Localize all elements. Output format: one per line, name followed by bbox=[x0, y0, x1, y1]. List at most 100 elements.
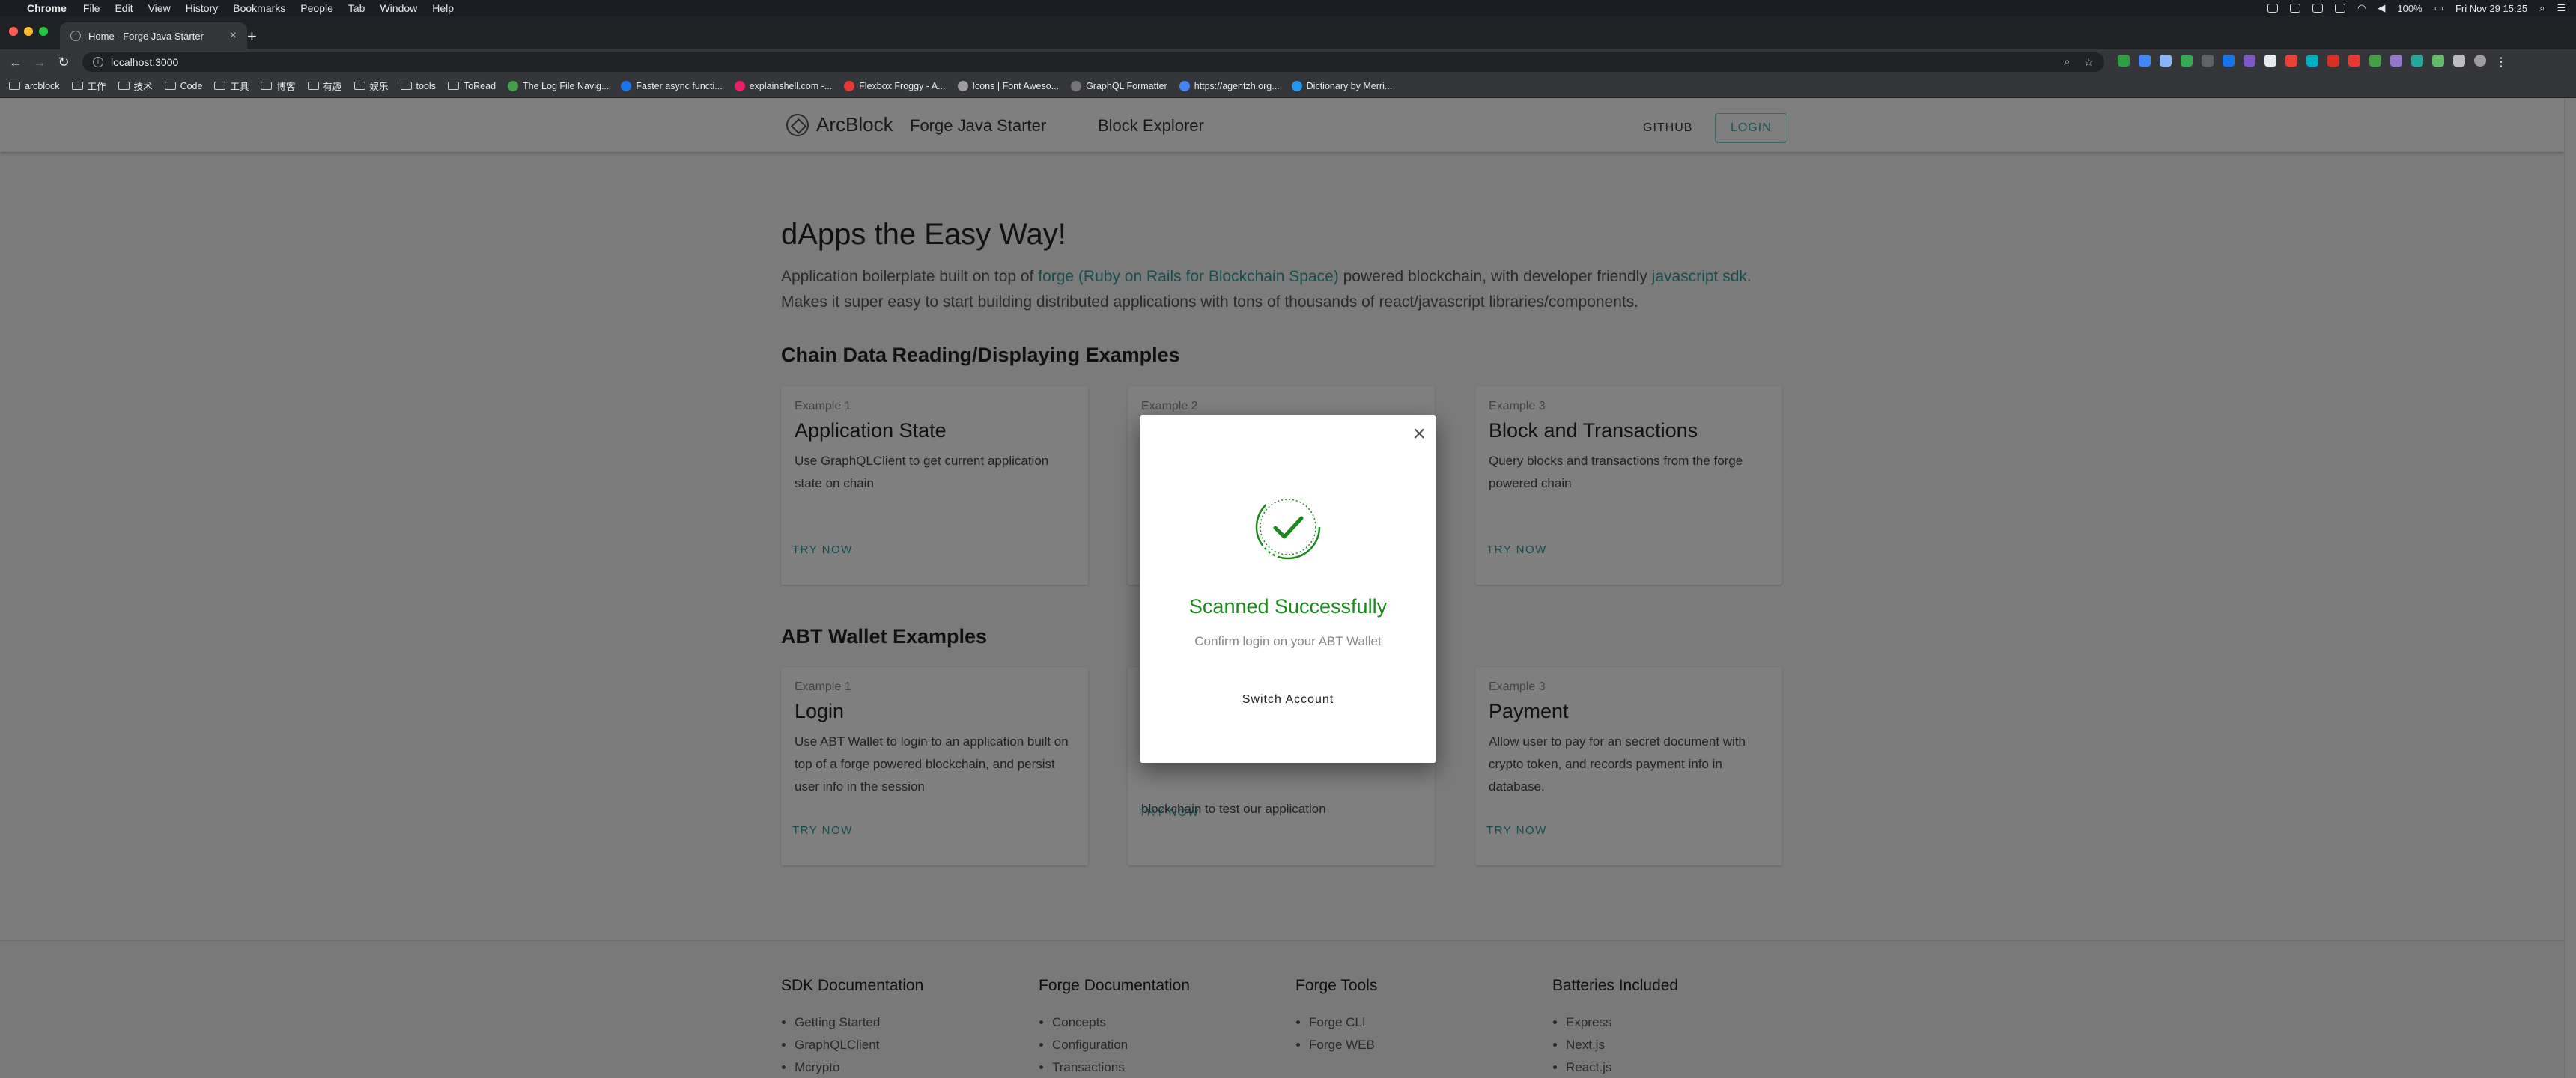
control-center-icon[interactable]: ☰ bbox=[2557, 2, 2566, 14]
favicon-icon bbox=[70, 31, 81, 41]
extension-icon[interactable] bbox=[2390, 55, 2402, 67]
bookmark-label: Icons | Font Aweso... bbox=[972, 80, 1060, 91]
bookmark-label: tools bbox=[416, 80, 436, 91]
zoom-icon[interactable]: ⌕ bbox=[2064, 55, 2070, 69]
address-bar[interactable]: i localhost:3000 ⌕ ☆ bbox=[82, 52, 2104, 72]
bookmark-label: 工作 bbox=[87, 82, 106, 92]
bookmark-label: arcblock bbox=[25, 80, 60, 91]
close-icon[interactable]: × bbox=[1412, 423, 1426, 445]
extension-icon[interactable] bbox=[2264, 55, 2276, 67]
browser-tab[interactable]: Home - Forge Java Starter × bbox=[60, 22, 247, 49]
bookmark-label: 娱乐 bbox=[369, 82, 389, 92]
extensions-area: ⋮ bbox=[2118, 55, 2507, 70]
bookmark-label: 博客 bbox=[276, 82, 296, 92]
bookmark-folder[interactable]: ToRead bbox=[447, 81, 496, 91]
tab-strip: Home - Forge Java Starter × + bbox=[0, 16, 2576, 49]
bookmark-link[interactable]: Icons | Font Aweso... bbox=[957, 80, 1060, 91]
close-window-button[interactable] bbox=[9, 27, 18, 36]
url-text[interactable]: localhost:3000 bbox=[111, 56, 178, 68]
minimize-window-button[interactable] bbox=[24, 27, 33, 36]
tray-icon[interactable] bbox=[2267, 4, 2279, 13]
battery-status[interactable]: 100% bbox=[2397, 3, 2422, 14]
bookmark-link[interactable]: explainshell.com -... bbox=[734, 80, 833, 91]
site-info-icon[interactable]: i bbox=[93, 57, 103, 67]
new-tab-button[interactable]: + bbox=[247, 27, 257, 46]
tray-icon[interactable] bbox=[2290, 4, 2301, 13]
bookmark-folder[interactable]: tools bbox=[400, 80, 436, 91]
extension-icon[interactable] bbox=[2160, 55, 2172, 67]
extension-icon[interactable] bbox=[2306, 55, 2318, 67]
extension-icon[interactable] bbox=[2369, 55, 2381, 67]
extension-icon[interactable] bbox=[2223, 55, 2235, 67]
volume-icon[interactable]: ◀ bbox=[2378, 2, 2385, 14]
bookmark-folder[interactable]: 娱乐 bbox=[353, 79, 389, 93]
clock[interactable]: Fri Nov 29 15:25 bbox=[2455, 3, 2527, 14]
extension-icon[interactable] bbox=[2453, 55, 2465, 67]
profile-avatar[interactable] bbox=[2474, 55, 2486, 67]
extension-icon[interactable] bbox=[2139, 55, 2151, 67]
bookmark-link[interactable]: Faster async functi... bbox=[621, 80, 723, 91]
bookmark-label: Faster async functi... bbox=[636, 80, 723, 91]
window-controls bbox=[9, 27, 48, 36]
bookmark-label: explainshell.com -... bbox=[749, 80, 833, 91]
bookmark-folder[interactable]: 博客 bbox=[261, 79, 296, 93]
dialog-subtitle: Confirm login on your ABT Wallet bbox=[1194, 634, 1382, 648]
menu-history[interactable]: History bbox=[186, 2, 219, 14]
tab-title: Home - Forge Java Starter bbox=[88, 30, 204, 42]
bookmark-link[interactable]: GraphQL Formatter bbox=[1071, 80, 1167, 91]
bookmark-label: Flexbox Froggy - A... bbox=[859, 80, 946, 91]
switch-account-button[interactable]: Switch Account bbox=[1228, 686, 1348, 713]
folder-icon bbox=[214, 82, 226, 90]
folder-icon bbox=[261, 82, 273, 90]
folder-icon bbox=[71, 82, 83, 90]
web-page: ArcBlock Forge Java Starter Block Explor… bbox=[0, 98, 2576, 1078]
menu-people[interactable]: People bbox=[300, 2, 333, 14]
site-favicon-icon bbox=[1291, 80, 1302, 91]
macos-menu-bar: Chrome File Edit View History Bookmarks … bbox=[0, 0, 2576, 16]
menu-edit[interactable]: Edit bbox=[115, 2, 133, 14]
bookmark-label: GraphQL Formatter bbox=[1086, 80, 1167, 91]
bookmark-link[interactable]: https://agentzh.org... bbox=[1179, 80, 1280, 91]
extension-icon[interactable] bbox=[2118, 55, 2130, 67]
wifi-icon[interactable]: ◠ bbox=[2357, 2, 2366, 14]
extension-icon[interactable] bbox=[2348, 55, 2360, 67]
bookmark-folder[interactable]: 有趣 bbox=[307, 79, 342, 93]
bookmark-folder[interactable]: 工具 bbox=[214, 79, 249, 93]
battery-icon: ▭ bbox=[2434, 2, 2443, 13]
bookmark-link[interactable]: Dictionary by Merri... bbox=[1291, 80, 1392, 91]
folder-icon bbox=[353, 82, 365, 90]
menu-tab[interactable]: Tab bbox=[348, 2, 365, 14]
bookmark-link[interactable]: The Log File Navig... bbox=[508, 80, 609, 91]
login-dialog: × Scanned Successfully Confirm login on … bbox=[1140, 415, 1436, 763]
menu-help[interactable]: Help bbox=[432, 2, 454, 14]
bookmark-folder[interactable]: 技术 bbox=[118, 79, 153, 93]
extension-icon[interactable] bbox=[2244, 55, 2255, 67]
close-tab-icon[interactable]: × bbox=[230, 29, 237, 43]
extension-icon[interactable] bbox=[2285, 55, 2297, 67]
menu-view[interactable]: View bbox=[148, 2, 171, 14]
back-button[interactable]: ← bbox=[7, 55, 24, 70]
menu-file[interactable]: File bbox=[83, 2, 100, 14]
extension-icon[interactable] bbox=[2202, 55, 2214, 67]
forward-button[interactable]: → bbox=[31, 55, 48, 70]
bookmark-folder[interactable]: arcblock bbox=[9, 81, 60, 91]
menu-bookmarks[interactable]: Bookmarks bbox=[233, 2, 285, 14]
bookmark-folder[interactable]: 工作 bbox=[71, 79, 106, 93]
extension-icon[interactable] bbox=[2432, 55, 2444, 67]
tray-icon[interactable] bbox=[2335, 4, 2346, 13]
tray-icon[interactable] bbox=[2312, 4, 2324, 13]
zoom-window-button[interactable] bbox=[39, 27, 48, 36]
menu-window[interactable]: Window bbox=[380, 2, 417, 14]
spotlight-icon[interactable]: ⌕ bbox=[2539, 2, 2545, 14]
folder-icon bbox=[447, 82, 459, 90]
app-menu[interactable]: Chrome bbox=[27, 2, 67, 14]
extension-icon[interactable] bbox=[2411, 55, 2423, 67]
dialog-title: Scanned Successfully bbox=[1188, 595, 1388, 618]
extension-icon[interactable] bbox=[2181, 55, 2193, 67]
reload-button[interactable]: ↻ bbox=[55, 55, 72, 70]
bookmark-folder[interactable]: Code bbox=[164, 81, 202, 91]
extension-icon[interactable] bbox=[2327, 55, 2339, 67]
bookmark-link[interactable]: Flexbox Froggy - A... bbox=[844, 80, 946, 91]
chrome-menu-icon[interactable]: ⋮ bbox=[2495, 55, 2507, 70]
bookmark-star-icon[interactable]: ☆ bbox=[2084, 55, 2094, 69]
